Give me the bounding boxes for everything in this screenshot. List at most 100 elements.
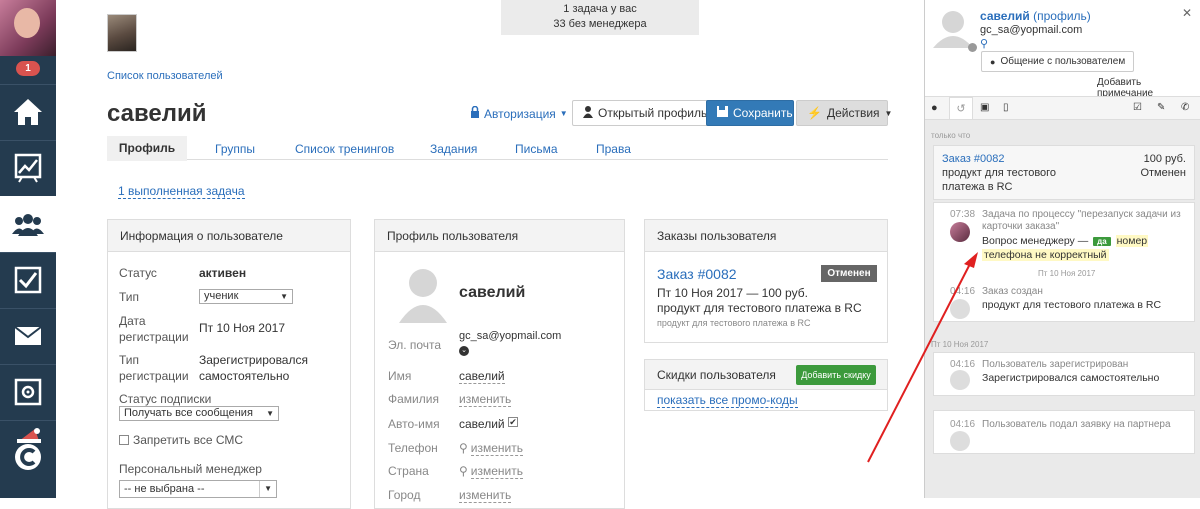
manager-question: Вопрос менеджеру — да номер (982, 235, 1149, 247)
event-title-2: карточки заказа" (982, 221, 1060, 232)
auth-dropdown[interactable]: Авторизация ▼ (470, 105, 568, 121)
event-order-created: Заказ создан (982, 286, 1043, 297)
sidebar-order-desc: продукт для тестового (942, 167, 1057, 179)
caret-down-icon: ▼ (884, 108, 893, 118)
order-date-price: Пт 10 Ноя 2017 — 100 руб. (657, 286, 808, 300)
mobile-tab-icon[interactable]: ▯ (1003, 102, 1009, 113)
regtype-value-2: самостоятельно (199, 369, 290, 383)
search-icon: ⚲ (459, 441, 468, 455)
type-select[interactable]: ученик ▼ (199, 289, 293, 304)
pencil-tab-icon[interactable]: ✎ (1157, 102, 1165, 113)
tab-rights[interactable]: Права (596, 142, 631, 156)
autoname-label: Авто-имя (388, 417, 440, 431)
date-separator: Пт 10 Ноя 2017 (931, 340, 989, 349)
email-value: gc_sa@yopmail.com (459, 330, 562, 342)
sidebar-user-name[interactable]: савелий (980, 9, 1030, 23)
event-registered-desc: Зарегистрировался самостоятельно (982, 372, 1160, 384)
tasks-summary[interactable]: 1 задача у вас 33 без менеджера (501, 0, 699, 35)
search-icon: ⚲ (459, 464, 468, 478)
chevron-down-icon[interactable]: ⌄ (459, 346, 469, 356)
history-tab-icon[interactable]: ↺ (949, 97, 973, 119)
close-icon[interactable]: ✕ (1182, 6, 1192, 20)
sidebar-avatar (933, 8, 973, 48)
regdate-label-2: регистрации (119, 330, 189, 344)
sidebar-profile-link[interactable]: (профиль) (1033, 9, 1091, 23)
regdate-label: Дата (119, 314, 146, 328)
users-icon[interactable] (0, 196, 56, 252)
checkbox-icon[interactable] (0, 252, 56, 308)
sidebar-user-title: савелий (профиль) (980, 9, 1091, 23)
user-icon (583, 105, 593, 121)
order-link[interactable]: Заказ #0082 (657, 266, 737, 282)
checklist-tab-icon[interactable]: ☑ (1133, 102, 1142, 113)
user-tab-icon[interactable]: ● (931, 102, 938, 114)
regtype-label-2: регистрации (119, 369, 189, 383)
sidebar-order-link[interactable]: Заказ #0082 (942, 153, 1005, 165)
caret-down-icon: ▼ (559, 109, 568, 118)
event-time-2: 04:16 (950, 286, 976, 297)
sidebar-order-card[interactable]: Заказ #0082 100 руб. продукт для тестово… (933, 145, 1195, 200)
sidebar-event-partner: 04:16 Пользователь подал заявку на партн… (933, 410, 1195, 454)
breadcrumb[interactable]: Список пользователей (107, 70, 223, 82)
save-button[interactable]: Сохранить (706, 100, 794, 126)
mail-icon[interactable] (0, 308, 56, 364)
event-title: Задача по процессу "перезапуск задачи из (982, 209, 1181, 220)
name-label: Имя (388, 369, 412, 383)
discounts-panel: Скидки пользователя Добавить скидку пока… (644, 359, 888, 411)
profile-avatar (399, 265, 447, 323)
regdate-value: Пт 10 Ноя 2017 (199, 321, 286, 335)
sms-checkbox[interactable] (119, 435, 129, 445)
just-now-label: только что (931, 131, 971, 140)
tab-trainings[interactable]: Список тренингов (295, 142, 394, 156)
system-avatar (950, 431, 970, 454)
order-status-badge: Отменен (821, 265, 877, 282)
event-registered-title: Пользователь зарегистрирован (982, 359, 1129, 370)
sidebar-order-desc-2: платежа в RC (942, 181, 1013, 193)
tab-letters[interactable]: Письма (515, 142, 558, 156)
completed-tasks-link[interactable]: 1 выполненная задача (118, 184, 245, 199)
phone-tab-icon[interactable]: ✆ (1181, 102, 1189, 113)
promo-codes-link[interactable]: показать все промо-коды (657, 393, 798, 408)
open-profile-button[interactable]: Открытый профиль (572, 100, 719, 126)
avatar[interactable] (0, 0, 56, 56)
cart-tab-icon[interactable]: ▣ (980, 102, 989, 113)
logo-icon[interactable] (0, 420, 56, 480)
city-change-link[interactable]: изменить (459, 488, 512, 503)
name-value[interactable]: савелий (459, 369, 505, 384)
user-info-panel: Информация о пользователе Статус активен… (107, 219, 351, 509)
sidebar-events-card: 07:38 Задача по процессу "перезапуск зад… (933, 202, 1195, 322)
chat-with-user-button[interactable]: ● Общение с пользователем (981, 51, 1135, 72)
notification-badge[interactable]: 1 (16, 61, 40, 76)
sms-checkbox-row[interactable]: Запретить все СМС (119, 433, 243, 447)
user-orders-panel: Заказы пользователя Заказ #0082 Отменен … (644, 219, 888, 343)
event-time: 07:38 (950, 209, 976, 220)
manager-label: Персональный менеджер (119, 462, 262, 476)
settings-icon[interactable] (0, 364, 56, 420)
tab-groups[interactable]: Группы (215, 142, 255, 156)
actions-dropdown[interactable]: ⚡ Действия ▼ (796, 100, 892, 126)
system-avatar (950, 299, 970, 322)
tab-profile[interactable]: Профиль (107, 136, 187, 161)
phone-change-link[interactable]: ⚲ изменить (459, 441, 524, 456)
surname-change-link[interactable]: изменить (459, 392, 512, 407)
chart-icon[interactable] (0, 140, 56, 196)
subscription-select[interactable]: Получать все сообщения ▼ (119, 406, 279, 421)
system-avatar (950, 370, 970, 393)
tab-tasks[interactable]: Задания (430, 142, 477, 156)
page-title: савелий (107, 100, 207, 127)
autoname-value: савелий (459, 417, 505, 431)
manager-answer: телефона не корректный (982, 249, 1109, 261)
online-status-dot (968, 43, 977, 52)
user-orders-title: Заказы пользователя (645, 220, 887, 252)
auth-label: Авторизация (484, 106, 556, 121)
add-discount-button[interactable]: Добавить скидку (796, 365, 876, 385)
tasks-unassigned: 33 без менеджера (553, 18, 647, 30)
country-change-link[interactable]: ⚲ изменить (459, 464, 524, 479)
subscription-label: Статус подписки (119, 392, 212, 406)
home-icon[interactable] (0, 84, 56, 140)
email-label: Эл. почта (388, 338, 442, 352)
yes-badge: да (1093, 237, 1111, 246)
manager-select[interactable]: -- не выбрана -- ▼ (119, 480, 277, 498)
autoname-checkbox[interactable]: ✔ (508, 417, 518, 427)
search-icon[interactable]: ⚲ (980, 37, 988, 50)
